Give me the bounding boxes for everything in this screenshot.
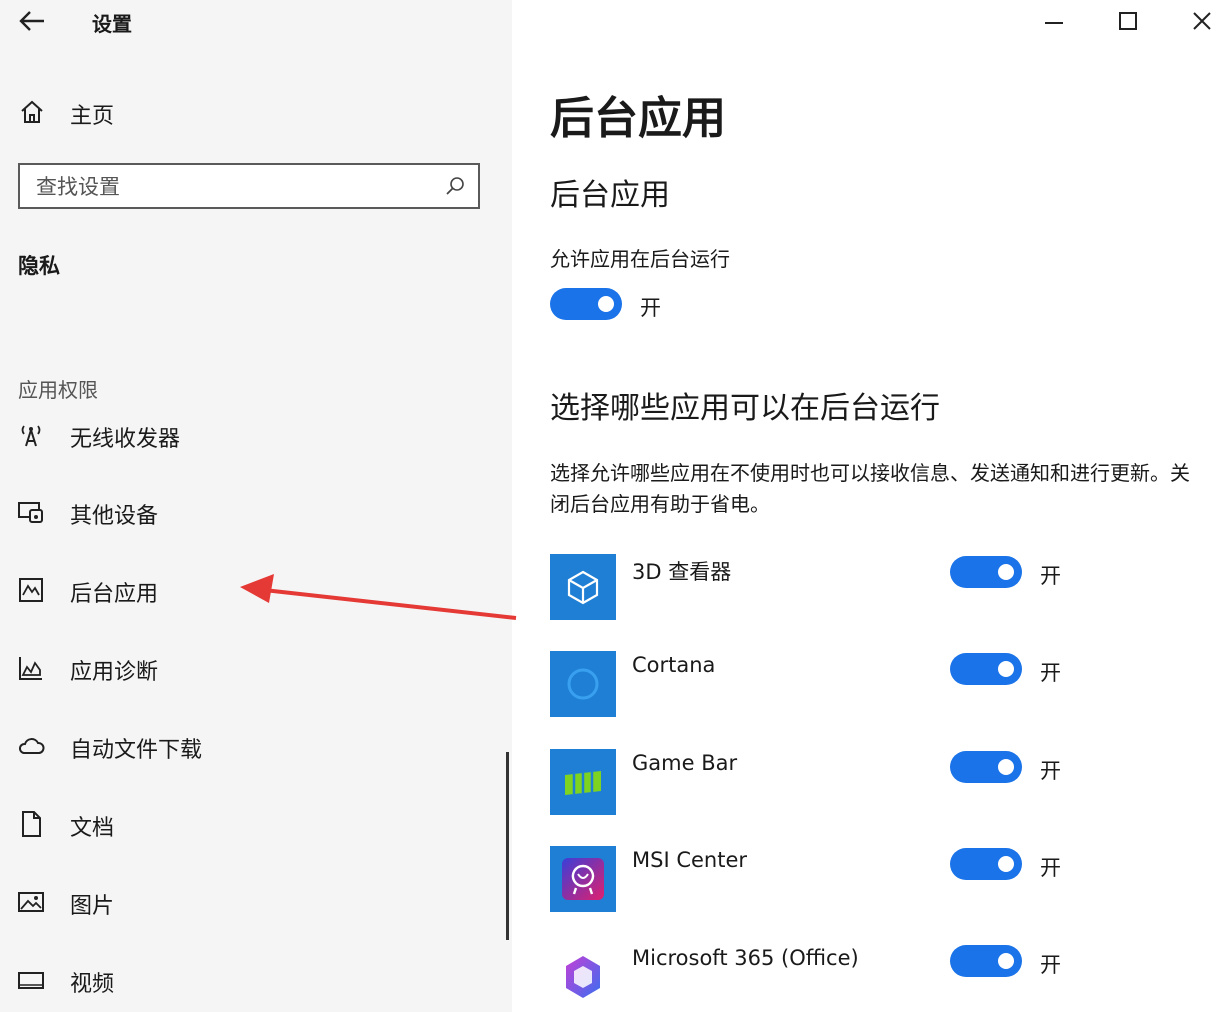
sidebar-item-label: 其他设备 [70, 504, 159, 529]
home-label: 主页 [70, 104, 115, 129]
back-button[interactable] [14, 6, 50, 36]
sidebar-item-label: 视频 [70, 972, 115, 997]
app-name: MSI Center [632, 848, 747, 872]
app-row-microsoft-365: Microsoft 365 (Office) [550, 944, 1190, 1012]
sidebar-item-documents[interactable]: 文档 [14, 802, 454, 846]
maximize-icon [1119, 12, 1137, 30]
app-toggle-cortana[interactable] [950, 653, 1022, 685]
sidebar-item-label: 无线收发器 [70, 427, 181, 452]
sidebar-item-home[interactable]: 主页 [14, 92, 314, 132]
app-tile [550, 554, 616, 620]
choose-apps-heading: 选择哪些应用可以在后台运行 [550, 391, 940, 426]
page-title: 后台应用 [550, 93, 726, 144]
sidebar-item-app-diagnostics[interactable]: 应用诊断 [14, 646, 454, 690]
app-name: Game Bar [632, 751, 738, 775]
app-toggle-msi-center[interactable] [950, 848, 1022, 880]
app-name: 3D 查看器 [632, 560, 732, 584]
sidebar-item-label: 应用诊断 [70, 660, 159, 685]
toggle-knob [998, 661, 1014, 677]
sidebar-item-radios[interactable]: 无线收发器 [14, 413, 454, 457]
sidebar-item-pictures[interactable]: 图片 [14, 880, 454, 924]
sidebar-item-label: 自动文件下载 [70, 738, 203, 763]
choose-apps-description: 选择允许哪些应用在不使用时也可以接收信息、发送通知和进行更新。关闭后台应用有助于… [550, 461, 1190, 516]
back-arrow-icon [19, 11, 44, 31]
allow-background-toggle[interactable] [550, 288, 622, 320]
search-input[interactable] [34, 173, 438, 201]
app-name: Cortana [632, 653, 716, 677]
search-icon[interactable] [444, 175, 466, 197]
app-toggle-microsoft-365[interactable] [950, 945, 1022, 977]
toggle-knob [998, 856, 1014, 872]
sidebar-item-label: 图片 [70, 894, 115, 919]
sidebar-item-videos[interactable]: 视频 [14, 958, 454, 1002]
app-tile [550, 651, 616, 717]
cloud-icon [18, 738, 45, 754]
app-state-3d-viewer: 开 [1040, 564, 1061, 588]
annotation-arrow-icon [240, 574, 517, 620]
app-tile [550, 846, 616, 912]
sidebar-item-auto-file-download[interactable]: 自动文件下载 [14, 724, 454, 768]
sidebar-scrollbar[interactable] [506, 752, 509, 940]
sidebar-item-other-devices[interactable]: 其他设备 [14, 490, 454, 534]
section-heading: 后台应用 [550, 178, 670, 213]
allow-background-state: 开 [640, 296, 661, 320]
toggle-knob [998, 953, 1014, 969]
app-state-microsoft-365: 开 [1040, 953, 1061, 977]
app-state-msi-center: 开 [1040, 856, 1061, 880]
toggle-knob [998, 759, 1014, 775]
app-title: 设置 [92, 12, 132, 36]
video-icon [18, 972, 44, 989]
search-box[interactable] [18, 163, 480, 209]
close-button[interactable] [1180, 4, 1224, 38]
app-state-cortana: 开 [1040, 661, 1061, 685]
app-row-game-bar: Game Bar [550, 749, 1190, 817]
diagnostics-icon [19, 657, 42, 680]
app-toggle-3d-viewer[interactable] [950, 556, 1022, 588]
app-row-cortana: Cortana [550, 651, 1190, 719]
toggle-knob [598, 296, 614, 312]
sidebar: 设置 主页 隐私 应用权限 无线收发器 其他设备 [0, 0, 512, 1012]
background-apps-icon [19, 578, 43, 602]
radio-antenna-icon [21, 425, 41, 447]
maximize-button[interactable] [1106, 4, 1150, 38]
group-label: 应用权限 [18, 378, 98, 402]
cube-icon [567, 570, 599, 605]
msi-center-icon [562, 858, 604, 900]
game-bar-icon [565, 771, 601, 795]
close-icon [1193, 12, 1211, 30]
section-title: 隐私 [18, 254, 60, 278]
app-row-msi-center: MSI Center [550, 846, 1190, 914]
app-toggle-game-bar[interactable] [950, 751, 1022, 783]
app-tile [550, 944, 616, 1010]
minimize-button[interactable] [1032, 4, 1076, 38]
cortana-ring-icon [567, 668, 599, 700]
picture-icon [18, 892, 44, 912]
app-name: Microsoft 365 (Office) [632, 946, 859, 970]
minimize-icon [1045, 22, 1063, 24]
app-state-game-bar: 开 [1040, 759, 1061, 783]
microsoft-365-icon [566, 956, 600, 998]
app-tile [550, 749, 616, 815]
allow-background-label: 允许应用在后台运行 [550, 247, 730, 271]
devices-icon [18, 502, 43, 523]
toggle-knob [998, 564, 1014, 580]
document-icon [22, 811, 41, 837]
sidebar-item-label: 后台应用 [70, 582, 159, 607]
app-row-3d-viewer: 3D 查看器 [550, 554, 1190, 622]
sidebar-item-label: 文档 [70, 816, 115, 841]
home-icon [21, 100, 43, 123]
